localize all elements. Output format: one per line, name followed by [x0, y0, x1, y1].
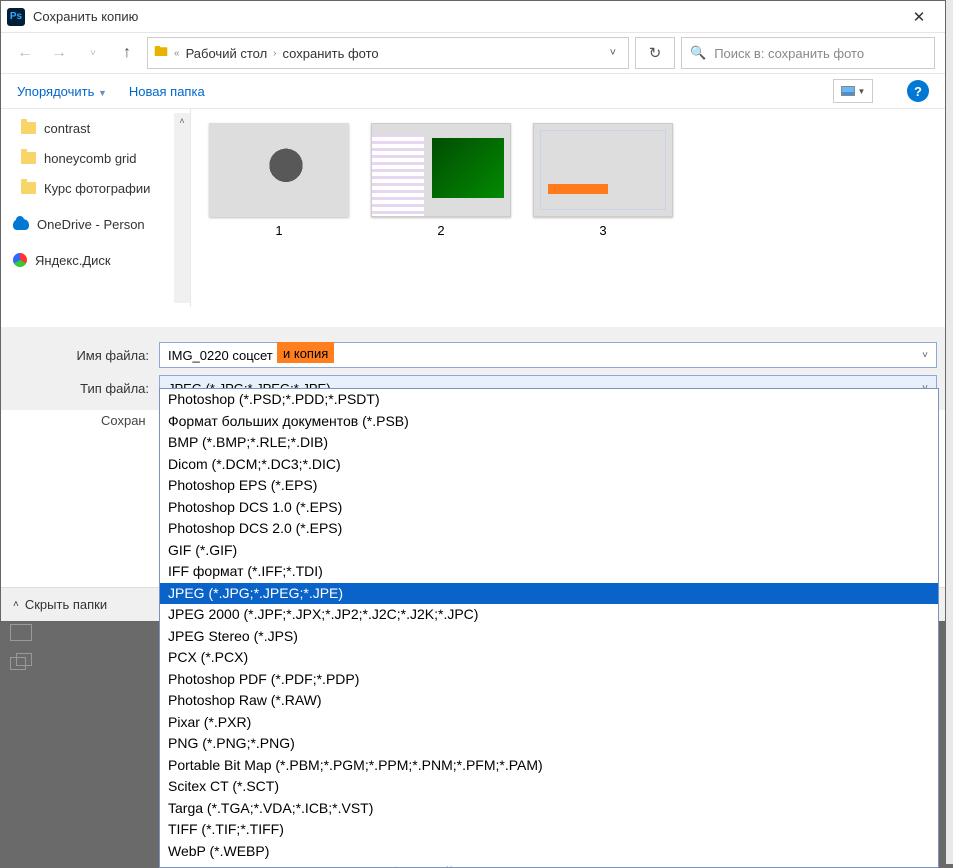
sidebar-item-label: Курс фотографии	[44, 181, 150, 196]
sidebar-item-course[interactable]: Курс фотографии	[1, 173, 174, 203]
filetype-option[interactable]: IFF формат (*.IFF;*.TDI)	[160, 561, 938, 583]
chevron-down-icon: ▼	[858, 87, 866, 96]
thumbnail-icon	[841, 86, 855, 96]
folder-icon: 🖿	[154, 41, 168, 65]
filetype-label: Тип файла:	[9, 381, 159, 396]
thumb-preview	[209, 123, 349, 217]
filename-row: Имя файла: IMG_0220 соцсет и копия ˅	[9, 340, 937, 370]
back-button[interactable]: ←	[11, 39, 39, 67]
filetype-option[interactable]: PCX (*.PCX)	[160, 647, 938, 669]
filetype-option[interactable]: JPEG 2000 (*.JPF;*.JPX;*.JP2;*.J2C;*.J2K…	[160, 604, 938, 626]
sidebar-item-onedrive[interactable]: OneDrive - Person	[1, 209, 174, 239]
content-grid: 1 2 3	[191, 109, 945, 307]
right-edge-strip	[946, 0, 953, 864]
filetype-option[interactable]: Scitex CT (*.SCT)	[160, 776, 938, 798]
sidebar-item-label: OneDrive - Person	[37, 217, 145, 232]
crumb-desktop[interactable]: Рабочий стол	[186, 46, 268, 61]
filetype-option[interactable]: BMP (*.BMP;*.RLE;*.DIB)	[160, 432, 938, 454]
nav-row: ← → ˅ ↑ 🖿 « Рабочий стол › сохранить фот…	[1, 33, 945, 73]
filename-input[interactable]: IMG_0220 соцсет и копия ˅	[159, 342, 937, 368]
thumb-label: 2	[437, 223, 444, 238]
chevron-icon: «	[174, 48, 180, 59]
filetype-option[interactable]: JPEG Stereo (*.JPS)	[160, 626, 938, 648]
sidebar-item-label: honeycomb grid	[44, 151, 137, 166]
chevron-icon: ›	[273, 48, 276, 59]
refresh-button[interactable]: ↻	[635, 37, 675, 69]
filetype-option[interactable]: Photoshop Raw (*.RAW)	[160, 690, 938, 712]
hide-folders-label: Скрыть папки	[25, 597, 107, 612]
sidebar-scrollbar[interactable]: ˄	[174, 113, 190, 303]
windows-icon[interactable]	[10, 653, 32, 670]
filetype-option[interactable]: Dicom (*.DCM;*.DC3;*.DIC)	[160, 454, 938, 476]
up-button[interactable]: ↑	[113, 39, 141, 67]
save-copy-dialog: Ps Сохранить копию ✕ ← → ˅ ↑ 🖿 « Рабочий…	[0, 0, 946, 622]
filetype-option[interactable]: Portable Bit Map (*.PBM;*.PGM;*.PPM;*.PN…	[160, 755, 938, 777]
photoshop-icon: Ps	[7, 8, 25, 26]
forward-button[interactable]: →	[45, 39, 73, 67]
window-title: Сохранить копию	[33, 9, 899, 24]
breadcrumb[interactable]: 🖿 « Рабочий стол › сохранить фото ˅	[147, 37, 629, 69]
onedrive-icon	[13, 219, 29, 230]
filetype-option[interactable]: PNG (*.PNG;*.PNG)	[160, 733, 938, 755]
new-folder-button[interactable]: Новая папка	[129, 84, 205, 99]
thumb-preview	[371, 123, 511, 217]
sidebar-item-honeycomb[interactable]: honeycomb grid	[1, 143, 174, 173]
sidebar: contrast honeycomb grid Курс фотографии …	[1, 109, 191, 307]
search-box[interactable]: 🔍 Поиск в: сохранить фото	[681, 37, 935, 69]
filetype-option[interactable]: Photoshop (*.PSD;*.PDD;*.PSDT)	[160, 389, 938, 411]
recent-dropdown[interactable]: ˅	[79, 39, 107, 67]
filetype-option[interactable]: GIF (*.GIF)	[160, 540, 938, 562]
filetype-option[interactable]: JPEG (*.JPG;*.JPEG;*.JPE)	[160, 583, 938, 605]
chevron-down-icon[interactable]: ˅	[922, 350, 928, 361]
filename-value-prefix: IMG_0220 соцсет	[168, 348, 273, 363]
filetype-option[interactable]: TIFF (*.TIF;*.TIFF)	[160, 819, 938, 841]
filetype-option[interactable]: Photoshop EPS (*.EPS)	[160, 475, 938, 497]
sidebar-item-yandex[interactable]: Яндекс.Диск	[1, 245, 174, 275]
filetype-option[interactable]: Targa (*.TGA;*.VDA;*.ICB;*.VST)	[160, 798, 938, 820]
screen-icon[interactable]	[10, 624, 32, 641]
filetype-option[interactable]: Photoshop DCS 1.0 (*.EPS)	[160, 497, 938, 519]
file-thumb-3[interactable]: 3	[533, 123, 673, 238]
filetype-option[interactable]: WebP (*.WEBP)	[160, 841, 938, 863]
folder-icon	[21, 182, 36, 194]
organize-menu[interactable]: Упорядочить ▼	[17, 84, 107, 99]
view-mode-button[interactable]: ▼	[833, 79, 873, 103]
folder-icon	[21, 122, 36, 134]
save-section-label: Сохран	[101, 413, 146, 428]
chevron-up-icon: ˄	[13, 599, 19, 610]
help-button[interactable]: ?	[907, 80, 929, 102]
filename-label: Имя файла:	[9, 348, 159, 363]
search-icon: 🔍	[690, 45, 706, 61]
filetype-option[interactable]: Photoshop DCS 2.0 (*.EPS)	[160, 518, 938, 540]
yandex-disk-icon	[13, 253, 27, 267]
thumb-label: 1	[275, 223, 282, 238]
crumb-folder[interactable]: сохранить фото	[283, 46, 379, 61]
sidebar-item-label: Яндекс.Диск	[35, 253, 111, 268]
filetype-option[interactable]: Pixar (*.PXR)	[160, 712, 938, 734]
breadcrumb-dropdown[interactable]: ˅	[604, 47, 622, 59]
file-thumb-2[interactable]: 2	[371, 123, 511, 238]
thumb-label: 3	[599, 223, 606, 238]
close-button[interactable]: ✕	[899, 8, 939, 26]
search-placeholder: Поиск в: сохранить фото	[714, 46, 864, 61]
titlebar: Ps Сохранить копию ✕	[1, 1, 945, 33]
sidebar-tree: contrast honeycomb grid Курс фотографии …	[1, 113, 174, 303]
scroll-up-icon[interactable]: ˄	[174, 113, 190, 129]
folder-icon	[21, 152, 36, 164]
file-thumb-1[interactable]: 1	[209, 123, 349, 238]
toolbar: Упорядочить ▼ Новая папка ▼ ?	[1, 73, 945, 109]
sidebar-item-label: contrast	[44, 121, 90, 136]
ps-letters: Ps	[10, 11, 22, 22]
filename-highlight: и копия	[277, 342, 334, 363]
filetype-option[interactable]: Photoshop PDF (*.PDF;*.PDP)	[160, 669, 938, 691]
filetype-option[interactable]: Формат больших документов (*.PSB)	[160, 411, 938, 433]
sidebar-item-contrast[interactable]: contrast	[1, 113, 174, 143]
filetype-option[interactable]: Мультиформатная поддержка изображений (*…	[160, 862, 938, 868]
filetype-dropdown[interactable]: Photoshop (*.PSD;*.PDD;*.PSDT)Формат бол…	[159, 388, 939, 868]
app-side-icons	[10, 624, 32, 670]
thumb-preview	[533, 123, 673, 217]
body-area: contrast honeycomb grid Курс фотографии …	[1, 109, 945, 307]
